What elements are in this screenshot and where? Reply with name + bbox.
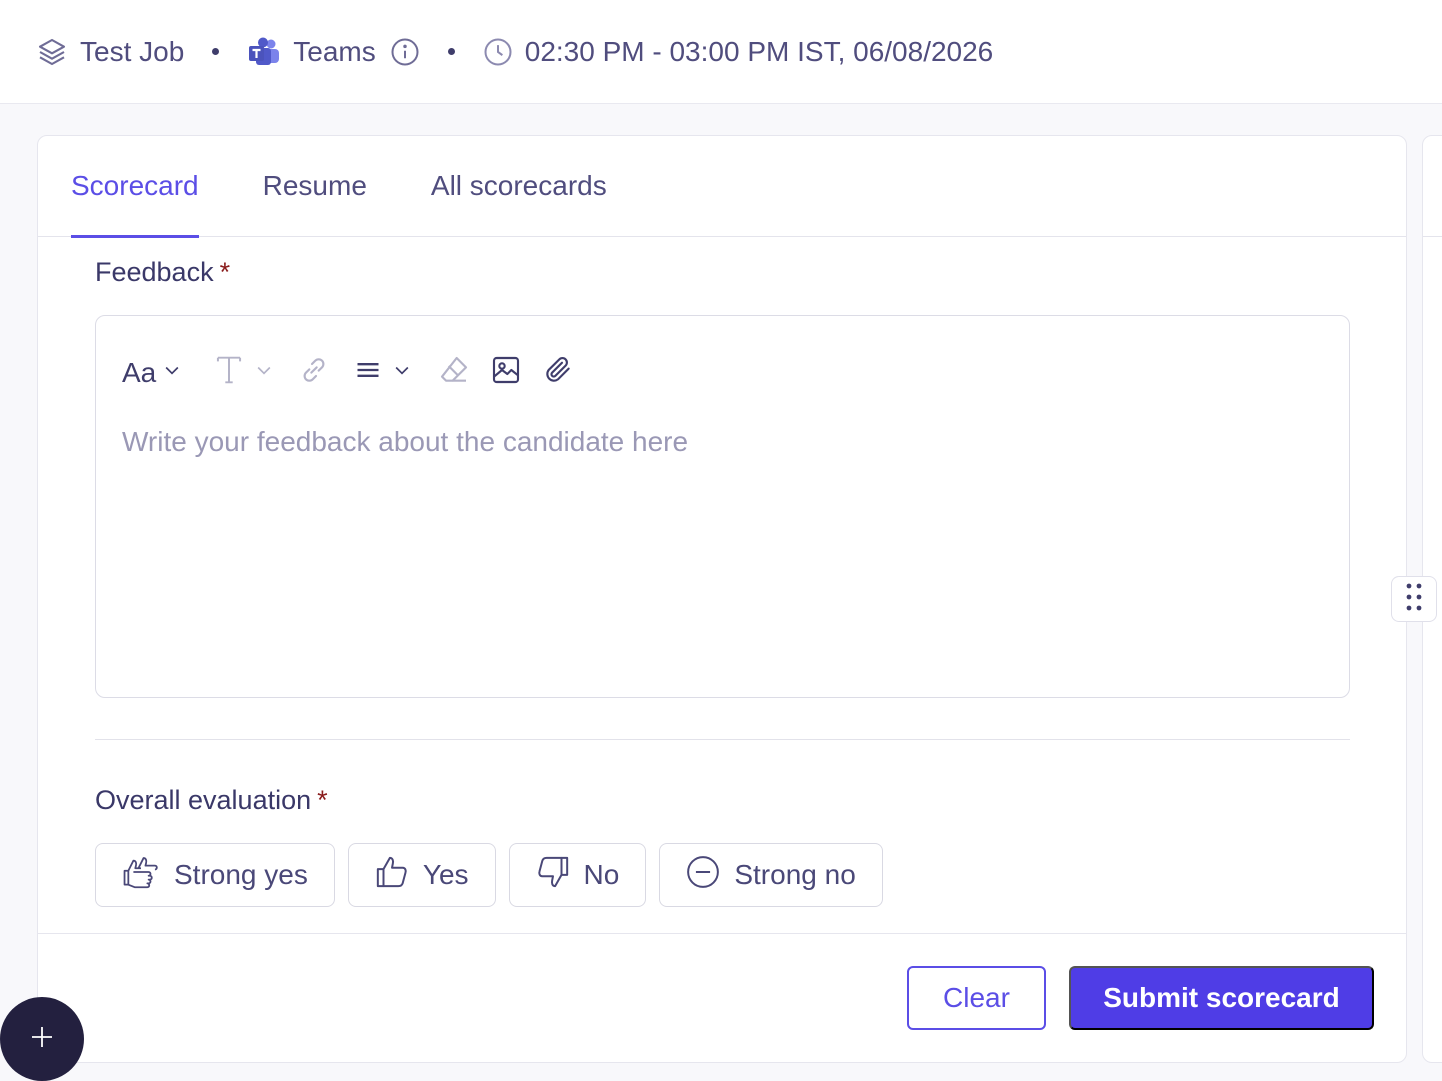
strong-yes-button[interactable]: Strong yes bbox=[95, 843, 335, 907]
job-title: Test Job bbox=[80, 35, 185, 67]
section-divider bbox=[95, 739, 1350, 740]
plus-icon bbox=[30, 1025, 54, 1054]
teams-logo-icon bbox=[247, 36, 281, 68]
clear-format-button[interactable] bbox=[438, 354, 470, 391]
platform-segment: Teams bbox=[247, 36, 419, 68]
scorecard-panel: Scorecard Resume All scorecards Feedback… bbox=[37, 135, 1407, 1063]
tab-resume[interactable]: Resume bbox=[263, 136, 367, 237]
chevron-down-icon bbox=[162, 360, 182, 385]
text-style-dropdown[interactable] bbox=[214, 354, 274, 391]
font-size-dropdown[interactable]: Aa bbox=[122, 357, 182, 389]
resize-handle[interactable] bbox=[1391, 576, 1437, 622]
interview-header: Test Job Teams 02:30 PM - 03:00 PM IST, … bbox=[0, 0, 1442, 104]
strong-no-label: Strong no bbox=[734, 859, 856, 890]
align-dropdown[interactable] bbox=[354, 356, 412, 389]
font-size-icon: Aa bbox=[122, 356, 157, 388]
attach-file-button[interactable] bbox=[542, 354, 574, 391]
eraser-icon bbox=[438, 354, 470, 391]
chevron-down-icon bbox=[392, 360, 412, 385]
chevron-down-icon bbox=[254, 360, 274, 385]
feedback-editor[interactable]: Aa Write your feedback about the candida… bbox=[95, 315, 1350, 698]
insert-image-button[interactable] bbox=[490, 354, 522, 391]
layers-icon bbox=[36, 36, 68, 68]
evaluation-options: Strong yes Yes No Strong no bbox=[95, 843, 896, 907]
tab-scorecard[interactable]: Scorecard bbox=[71, 136, 199, 238]
yes-button[interactable]: Yes bbox=[347, 843, 496, 907]
evaluation-label: Overall evaluation * bbox=[95, 785, 328, 816]
strong-yes-label: Strong yes bbox=[174, 859, 308, 890]
required-marker: * bbox=[317, 785, 328, 815]
required-marker: * bbox=[219, 257, 231, 287]
link-icon bbox=[298, 354, 330, 391]
align-icon bbox=[354, 356, 382, 389]
submit-scorecard-button[interactable]: Submit scorecard bbox=[1069, 966, 1374, 1030]
evaluation-label-text: Overall evaluation bbox=[95, 785, 312, 815]
footer-divider bbox=[38, 933, 1406, 934]
double-thumbs-up-icon bbox=[122, 855, 174, 896]
editor-toolbar: Aa bbox=[122, 354, 594, 391]
yes-label: Yes bbox=[422, 859, 469, 890]
text-style-icon bbox=[214, 354, 244, 391]
add-fab-button[interactable] bbox=[0, 997, 84, 1081]
clear-button[interactable]: Clear bbox=[907, 966, 1046, 1030]
separator-dot bbox=[212, 48, 220, 55]
no-label: No bbox=[583, 859, 620, 890]
side-panel-divider bbox=[1423, 236, 1442, 237]
info-icon[interactable] bbox=[390, 37, 420, 67]
tab-bar: Scorecard Resume All scorecards bbox=[38, 136, 1406, 238]
feedback-placeholder: Write your feedback about the candidate … bbox=[122, 426, 689, 457]
schedule-segment: 02:30 PM - 03:00 PM IST, 06/08/2026 bbox=[483, 35, 994, 68]
no-button[interactable]: No bbox=[508, 843, 647, 907]
thumbs-up-icon bbox=[375, 855, 423, 896]
tab-all-scorecards[interactable]: All scorecards bbox=[431, 136, 607, 237]
link-button[interactable] bbox=[298, 354, 330, 391]
thumbs-down-icon bbox=[536, 855, 584, 896]
attachment-icon bbox=[542, 354, 574, 391]
feedback-label-text: Feedback bbox=[95, 257, 214, 287]
minus-circle-icon bbox=[686, 855, 734, 896]
schedule-time: 02:30 PM - 03:00 PM IST, 06/08/2026 bbox=[524, 35, 994, 67]
separator-dot bbox=[447, 48, 455, 55]
feedback-label: Feedback * bbox=[95, 257, 230, 288]
drag-handle-icon bbox=[1405, 582, 1423, 617]
strong-no-button[interactable]: Strong no bbox=[659, 843, 883, 907]
clock-icon bbox=[483, 37, 513, 67]
image-icon bbox=[490, 354, 522, 391]
job-segment: Test Job bbox=[36, 36, 184, 68]
meeting-platform: Teams bbox=[293, 35, 376, 67]
